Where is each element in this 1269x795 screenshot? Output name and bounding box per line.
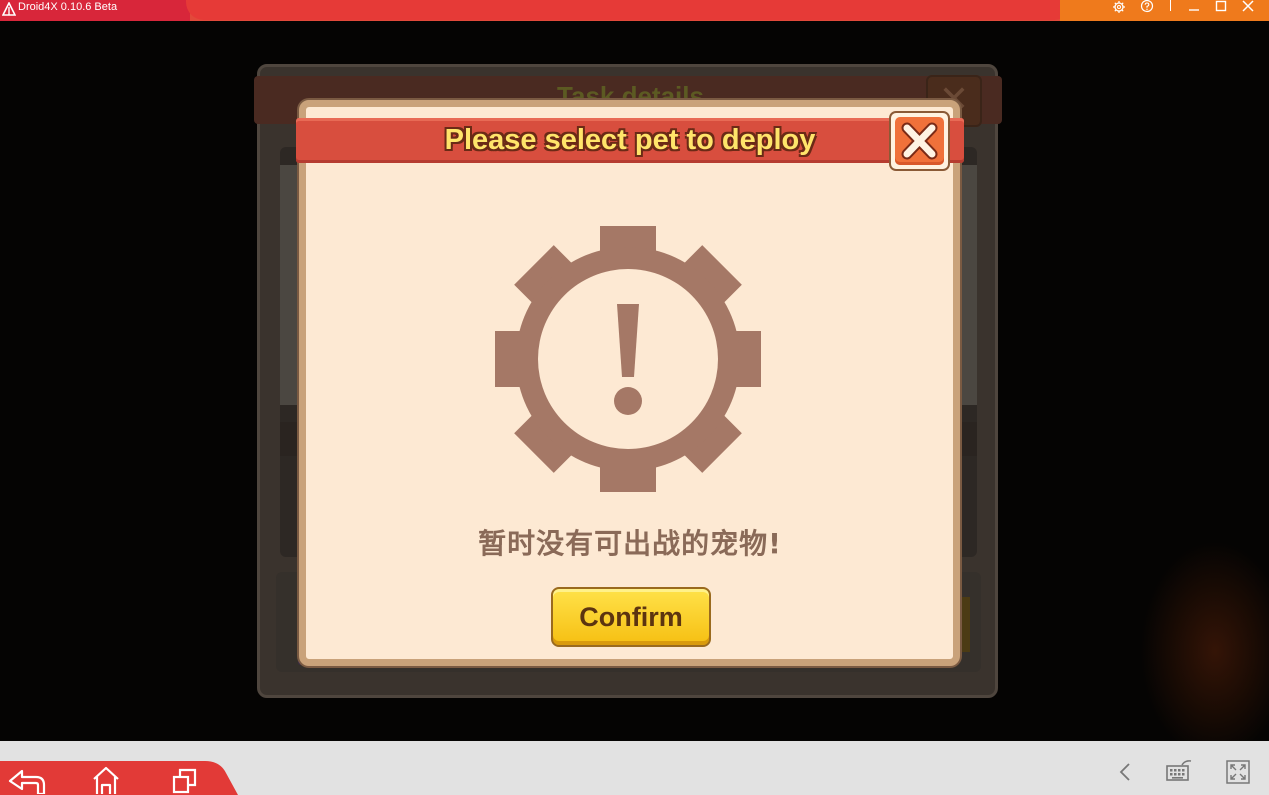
no-pets-message: 暂时没有可出战的宠物! — [478, 527, 782, 560]
keyboard-icon[interactable] — [1164, 758, 1194, 784]
recent-apps-icon[interactable] — [172, 768, 198, 794]
task-details-yellow-tab — [960, 597, 970, 652]
droid4x-logo-icon — [2, 2, 16, 16]
titlebar-middle-segment — [186, 0, 1072, 20]
window-title: Droid4X 0.10.6 Beta — [18, 1, 118, 13]
popup-close-icon — [895, 117, 944, 165]
chevron-left-icon[interactable] — [1117, 762, 1133, 782]
help-icon[interactable] — [1140, 0, 1154, 14]
close-icon[interactable] — [1241, 0, 1255, 14]
popup-close-button[interactable] — [889, 111, 950, 171]
popup-title: Please select pet to deploy — [444, 124, 816, 156]
titlebar-separator — [1170, 0, 1171, 11]
home-icon[interactable] — [91, 766, 121, 794]
maximize-icon[interactable] — [1214, 0, 1228, 14]
fullscreen-icon[interactable] — [1226, 760, 1250, 784]
background-glow — [1140, 541, 1269, 741]
window-titlebar: Droid4X 0.10.6 Beta — [0, 0, 1269, 21]
titlebar-right-segment — [1060, 0, 1269, 21]
minimize-icon[interactable] — [1187, 0, 1201, 14]
settings-icon[interactable] — [1112, 0, 1126, 14]
gear-warning-icon — [495, 226, 761, 492]
back-icon[interactable] — [6, 766, 46, 794]
confirm-button[interactable]: Confirm — [551, 587, 711, 647]
